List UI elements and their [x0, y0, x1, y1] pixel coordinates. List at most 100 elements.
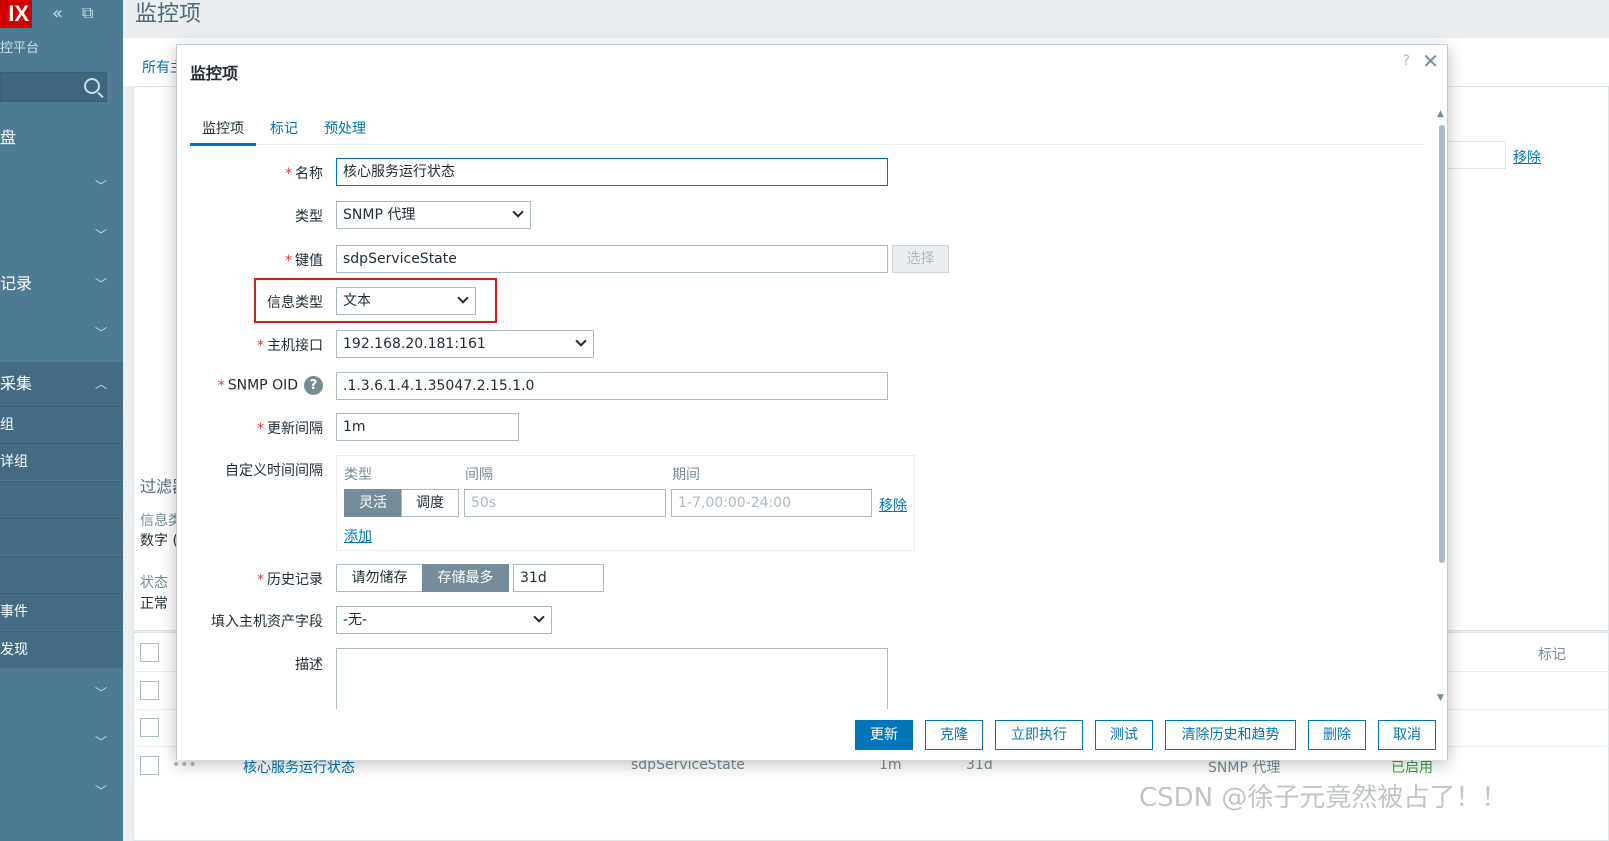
sidebar-subitem-label: 详组 — [0, 454, 28, 470]
do-not-store-toggle[interactable]: 请勿储存 — [336, 564, 423, 592]
chevron-down-icon — [457, 292, 469, 304]
tab-item[interactable]: 监控项 — [190, 118, 256, 146]
chevron-down-icon: ﹀ — [94, 735, 107, 749]
interface-label: * 主机接口 — [257, 335, 323, 355]
history-input[interactable]: 31d — [513, 564, 604, 592]
sidebar-item-5[interactable]: ﹀ — [0, 314, 123, 352]
sidebar-item-dashboard[interactable]: 盘 — [0, 119, 123, 157]
sidebar-subitem-discovery[interactable]: 发现 — [0, 631, 123, 668]
close-icon[interactable]: ✕ — [1422, 49, 1439, 73]
collapse-sidebar-icon[interactable]: « — [52, 3, 63, 24]
clear-history-button[interactable]: 清除历史和趋势 — [1165, 720, 1296, 750]
help-icon[interactable]: ? — [304, 376, 323, 395]
item-name-link[interactable]: 核心服务运行状态 — [243, 757, 355, 777]
sidebar-subitem-3[interactable] — [0, 481, 123, 518]
item-dialog: 监控项 ? ✕ 监控项 标记 预处理 ▲ ▼ * 名称 核心服务运行状态 类型 S… — [176, 44, 1448, 760]
delete-button[interactable]: 删除 — [1308, 720, 1366, 750]
select-key-button[interactable]: 选择 — [892, 245, 949, 273]
sidebar-item-data-collection[interactable]: 采集 ︿ — [0, 362, 123, 406]
interface-label-text: 主机接口 — [267, 338, 323, 354]
filter-status-value[interactable]: 正常 — [140, 593, 168, 613]
history-label-text: 历史记录 — [267, 572, 323, 588]
dialog-footer: 更新 克隆 立即执行 测试 清除历史和趋势 删除 取消 — [177, 709, 1447, 760]
tab-bar: 监控项 标记 预处理 — [190, 115, 1425, 146]
tab-preprocessing[interactable]: 预处理 — [324, 118, 366, 138]
interface-value: 192.168.20.181:161 — [343, 336, 486, 352]
chevron-down-icon: ﹀ — [94, 686, 107, 700]
type-select-value: SNMP 代理 — [343, 207, 416, 223]
update-button[interactable]: 更新 — [855, 720, 913, 750]
sidebar-item-10[interactable]: ﹀ — [0, 772, 123, 810]
select-all-checkbox[interactable] — [140, 643, 159, 662]
add-interval-link[interactable]: 添加 — [344, 526, 372, 546]
chevron-down-icon — [512, 206, 524, 218]
flexible-toggle[interactable]: 灵活 — [344, 489, 402, 517]
scheduling-toggle[interactable]: 调度 — [401, 489, 459, 517]
chevron-down-icon: ﹀ — [94, 179, 107, 193]
sidebar-item-records[interactable]: 记录 ﹀ — [0, 265, 123, 303]
sidebar-item-9[interactable]: ﹀ — [0, 723, 123, 761]
name-input[interactable]: 核心服务运行状态 — [336, 158, 888, 186]
sidebar-item-8[interactable]: ﹀ — [0, 674, 123, 712]
inventory-select[interactable]: -无- — [336, 606, 552, 634]
chevron-down-icon: ﹀ — [94, 228, 107, 242]
item-status[interactable]: 已启用 — [1391, 757, 1433, 777]
type-select[interactable]: SNMP 代理 — [336, 201, 531, 229]
type-label: 类型 — [295, 209, 323, 225]
search-icon[interactable] — [84, 78, 100, 94]
sidebar-item-label: 采集 — [0, 374, 33, 393]
sidebar-item-3[interactable]: ﹀ — [0, 216, 123, 254]
required-marker: * — [257, 572, 264, 588]
interval-input[interactable]: 50s — [464, 489, 666, 517]
period-placeholder: 1-7,00:00-24:00 — [678, 495, 792, 511]
watermark: CSDN @徐子元竟然被占了！！ — [1139, 783, 1508, 813]
name-label: * 名称 — [285, 163, 323, 183]
row-checkbox[interactable] — [140, 718, 159, 737]
cancel-button[interactable]: 取消 — [1378, 720, 1436, 750]
store-up-to-toggle[interactable]: 存储最多 — [422, 564, 509, 592]
sidebar-subitem-4[interactable] — [0, 518, 123, 555]
interface-select[interactable]: 192.168.20.181:161 — [336, 330, 594, 358]
key-input[interactable]: sdpServiceState — [336, 245, 888, 273]
test-button[interactable]: 测试 — [1095, 720, 1153, 750]
clone-button[interactable]: 克隆 — [925, 720, 983, 750]
chevron-down-icon — [533, 611, 545, 623]
description-textarea[interactable] — [336, 648, 888, 716]
scrollbar[interactable] — [1439, 125, 1445, 563]
remove-interval-link[interactable]: 移除 — [879, 495, 907, 515]
filter-remove-link[interactable]: 移除 — [1513, 147, 1541, 167]
sidebar-search-input[interactable] — [0, 72, 107, 102]
sidebar: IX « ⧉ 控平台 盘 ﹀ ﹀ 记录 ﹀ ﹀ 采集 ︿ 组 详组 事件 发现 ﹀ … — [0, 0, 123, 841]
filter-info-type-value[interactable]: 数字 ( — [140, 530, 178, 550]
execute-now-button[interactable]: 立即执行 — [995, 720, 1083, 750]
info-type-select[interactable]: 文本 — [336, 287, 476, 315]
row-checkbox[interactable] — [140, 681, 159, 700]
custom-intervals-label: 自定义时间间隔 — [225, 463, 323, 479]
help-icon[interactable]: ? — [1403, 53, 1410, 69]
sidebar-subitem-groups[interactable]: 组 — [0, 406, 123, 443]
required-marker: * — [217, 377, 225, 394]
snmp-oid-input[interactable]: .1.3.6.1.4.1.35047.2.15.1.0 — [336, 372, 888, 400]
required-marker: * — [257, 421, 264, 437]
column-header-type: 类型 — [344, 467, 372, 483]
popout-icon[interactable]: ⧉ — [82, 3, 93, 23]
chevron-up-icon: ︿ — [94, 377, 107, 391]
filter-tag-input[interactable] — [1446, 141, 1506, 169]
snmp-oid-label-text: SNMP OID — [227, 377, 298, 394]
scroll-up-icon[interactable]: ▲ — [1437, 109, 1444, 119]
required-marker: * — [285, 166, 292, 182]
chevron-down-icon: ﹀ — [94, 326, 107, 340]
scroll-down-icon[interactable]: ▼ — [1437, 693, 1444, 703]
platform-subtitle: 控平台 — [0, 41, 40, 56]
sidebar-subitem-events[interactable]: 事件 — [0, 593, 123, 630]
chevron-down-icon — [575, 335, 587, 347]
tab-tags[interactable]: 标记 — [270, 118, 298, 138]
page-title: 监控项 — [135, 2, 202, 27]
update-interval-input[interactable]: 1m — [336, 413, 519, 441]
period-input[interactable]: 1-7,00:00-24:00 — [671, 489, 872, 517]
row-checkbox[interactable] — [140, 756, 159, 775]
sidebar-item-2[interactable]: ﹀ — [0, 167, 123, 205]
sidebar-subitem-detail-groups[interactable]: 详组 — [0, 443, 123, 480]
inventory-label: 填入主机资产字段 — [211, 614, 323, 630]
sidebar-subitem-5[interactable] — [0, 556, 123, 593]
